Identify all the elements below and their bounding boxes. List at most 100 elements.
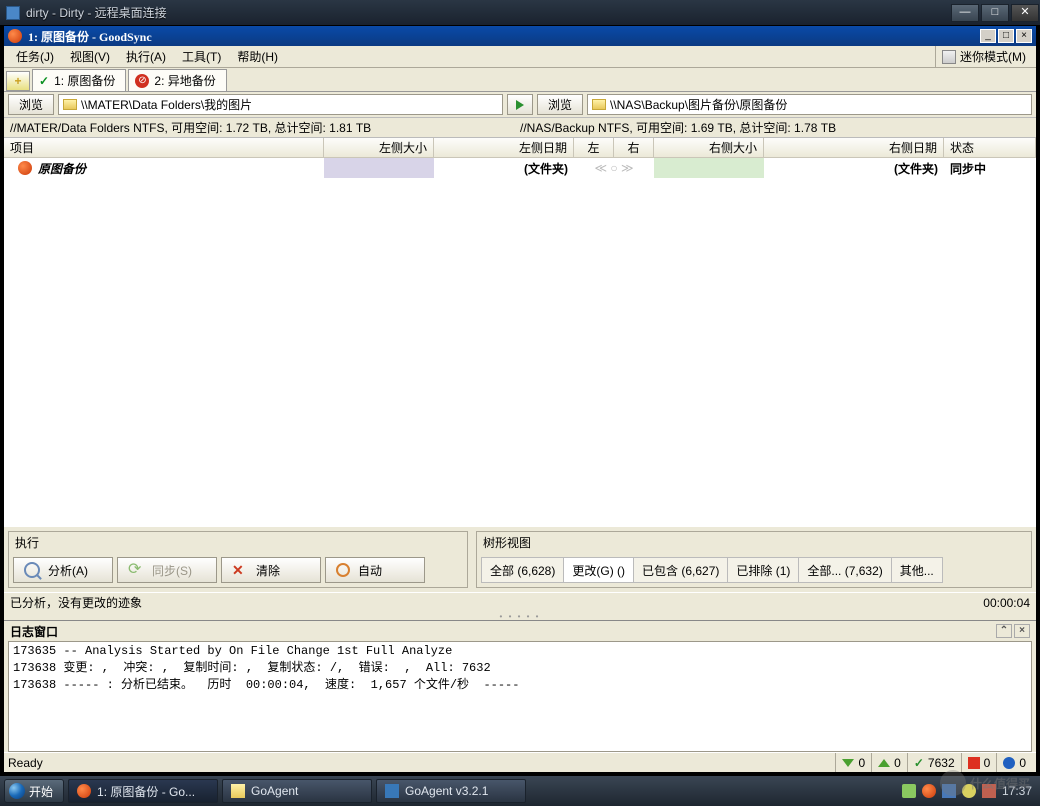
job-tab-1-label: 1: 原图备份 xyxy=(54,72,115,89)
stat-ok: ✓7632 xyxy=(907,753,961,772)
goodsync-icon xyxy=(8,29,22,43)
exec-panel: 执行 分析(A) ⟳同步(S) ✕清除 自动 xyxy=(8,531,468,588)
taskbar-goagent-app[interactable]: GoAgent v3.2.1 xyxy=(376,779,526,803)
job-tab-2-label: 2: 异地备份 xyxy=(154,72,215,89)
log-title: 日志窗口 xyxy=(10,623,58,640)
right-path-input[interactable]: \\NAS\Backup\图片备份\原图备份 xyxy=(587,94,1032,115)
tray-icon-5[interactable] xyxy=(982,784,996,798)
check-icon: ✓ xyxy=(914,756,924,770)
job-tab-1[interactable]: ✓ 1: 原图备份 xyxy=(32,69,126,91)
folder-icon xyxy=(63,99,77,110)
close-button[interactable]: ✕ xyxy=(1011,4,1039,22)
gs-close-button[interactable]: × xyxy=(1016,29,1032,43)
tree-changes-tab[interactable]: 更改(G) () xyxy=(564,557,634,583)
taskbar-goagent-folder[interactable]: GoAgent xyxy=(222,779,372,803)
start-button[interactable]: 开始 xyxy=(4,779,64,803)
right-path-text: \\NAS\Backup\图片备份\原图备份 xyxy=(610,96,787,113)
maximize-button[interactable]: □ xyxy=(981,4,1009,22)
rdp-titlebar: dirty - Dirty - 远程桌面连接 — □ ✕ xyxy=(0,0,1040,25)
left-path-input[interactable]: \\MATER\Data Folders\我的图片 xyxy=(58,94,503,115)
row-left-size xyxy=(324,158,434,178)
splitter-grip[interactable]: • • • • • xyxy=(4,612,1036,620)
folder-icon xyxy=(231,784,245,798)
rdp-title: dirty - Dirty - 远程桌面连接 xyxy=(26,4,950,21)
taskbar-goodsync[interactable]: 1: 原图备份 - Go... xyxy=(68,779,218,803)
tree-panel: 树形视图 全部 (6,628) 更改(G) () 已包含 (6,627) 已排除… xyxy=(476,531,1032,588)
rdp-icon xyxy=(6,6,20,20)
left-volume-info: //MATER/Data Folders NTFS, 可用空间: 1.72 TB… xyxy=(10,119,520,136)
browse-left-button[interactable]: 浏览 xyxy=(8,94,54,115)
col-left-size[interactable]: 左侧大小 xyxy=(324,138,434,157)
play-icon xyxy=(516,100,524,110)
log-body[interactable]: 173635 -- Analysis Started by On File Ch… xyxy=(8,641,1032,752)
col-status[interactable]: 状态 xyxy=(944,138,1036,157)
table-row[interactable]: 原图备份 (文件夹) ≪ ○ ≫ (文件夹) 同步中 xyxy=(4,158,1036,178)
add-job-button[interactable]: + xyxy=(6,71,30,91)
row-right-size xyxy=(654,158,764,178)
col-left[interactable]: 左 xyxy=(574,138,614,157)
menu-run[interactable]: 执行(A) xyxy=(118,46,174,67)
menu-tools[interactable]: 工具(T) xyxy=(174,46,229,67)
table-header: 项目 左侧大小 左侧日期 左 右 右侧大小 右侧日期 状态 xyxy=(4,138,1036,158)
mini-mode-button[interactable]: 迷你模式(M) xyxy=(935,46,1032,67)
windows-taskbar: 开始 1: 原图备份 - Go... GoAgent GoAgent v3.2.… xyxy=(0,776,1040,806)
error-icon: ⊘ xyxy=(135,74,149,88)
row-left-date: (文件夹) xyxy=(434,160,574,177)
clear-button[interactable]: ✕清除 xyxy=(221,557,321,583)
system-tray[interactable]: 17:37 xyxy=(902,784,1036,798)
tray-time: 17:37 xyxy=(1002,784,1032,798)
check-icon: ✓ xyxy=(39,74,49,88)
info-icon xyxy=(1003,757,1015,769)
menu-job[interactable]: 任务(J) xyxy=(8,46,62,67)
job-tab-bar: + ✓ 1: 原图备份 ⊘ 2: 异地备份 xyxy=(4,68,1036,92)
minimize-button[interactable]: — xyxy=(951,4,979,22)
sync-button: ⟳同步(S) xyxy=(117,557,217,583)
tray-icon-3[interactable] xyxy=(942,784,956,798)
stat-warn: 0 xyxy=(961,753,997,772)
log-window: 日志窗口 ⌃ × 173635 -- Analysis Started by O… xyxy=(4,620,1036,752)
col-right[interactable]: 右 xyxy=(614,138,654,157)
timer: 00:00:04 xyxy=(983,596,1030,610)
browse-right-button[interactable]: 浏览 xyxy=(537,94,583,115)
row-right-date: (文件夹) xyxy=(764,160,944,177)
tree-excluded-tab[interactable]: 已排除 (1) xyxy=(728,557,799,583)
menu-bar: 任务(J) 视图(V) 执行(A) 工具(T) 帮助(H) 迷你模式(M) xyxy=(4,46,1036,68)
clock-icon xyxy=(336,563,350,577)
tree-all-tab[interactable]: 全部 (6,628) xyxy=(481,557,564,583)
col-item[interactable]: 项目 xyxy=(4,138,324,157)
tree-included-tab[interactable]: 已包含 (6,627) xyxy=(634,557,728,583)
start-label: 开始 xyxy=(29,783,53,800)
job-icon xyxy=(18,161,32,175)
col-right-size[interactable]: 右侧大小 xyxy=(654,138,764,157)
tree-title: 树形视图 xyxy=(477,532,1031,553)
tray-icon-1[interactable] xyxy=(902,784,916,798)
col-left-date[interactable]: 左侧日期 xyxy=(434,138,574,157)
tray-icon-4[interactable] xyxy=(962,784,976,798)
col-right-date[interactable]: 右侧日期 xyxy=(764,138,944,157)
log-close-button[interactable]: × xyxy=(1014,624,1030,638)
x-icon: ✕ xyxy=(232,562,248,578)
arrow-down-icon xyxy=(842,759,854,767)
auto-button[interactable]: 自动 xyxy=(325,557,425,583)
tray-goodsync-icon[interactable] xyxy=(922,784,936,798)
analyze-button[interactable]: 分析(A) xyxy=(13,557,113,583)
ready-label: Ready xyxy=(8,756,43,770)
sync-icon: ⟳ xyxy=(128,562,144,578)
status-text: 已分析，没有更改的迹象 xyxy=(10,594,142,611)
tree-all2-tab[interactable]: 全部... (7,632) xyxy=(799,557,891,583)
arrow-up-icon xyxy=(878,759,890,767)
log-collapse-button[interactable]: ⌃ xyxy=(996,624,1012,638)
menu-view[interactable]: 视图(V) xyxy=(62,46,118,67)
right-volume-info: //NAS/Backup NTFS, 可用空间: 1.69 TB, 总计空间: … xyxy=(520,119,1030,136)
go-button[interactable] xyxy=(507,94,533,115)
row-status: 同步中 xyxy=(944,160,1036,177)
job-tab-2[interactable]: ⊘ 2: 异地备份 xyxy=(128,69,226,91)
python-icon xyxy=(385,784,399,798)
tree-other-tab[interactable]: 其他... xyxy=(892,557,943,583)
windows-orb-icon xyxy=(9,783,25,799)
gs-maximize-button[interactable]: □ xyxy=(998,29,1014,43)
left-path-text: \\MATER\Data Folders\我的图片 xyxy=(81,96,252,113)
row-name: 原图备份 xyxy=(38,160,86,177)
menu-help[interactable]: 帮助(H) xyxy=(229,46,286,67)
gs-minimize-button[interactable]: _ xyxy=(980,29,996,43)
